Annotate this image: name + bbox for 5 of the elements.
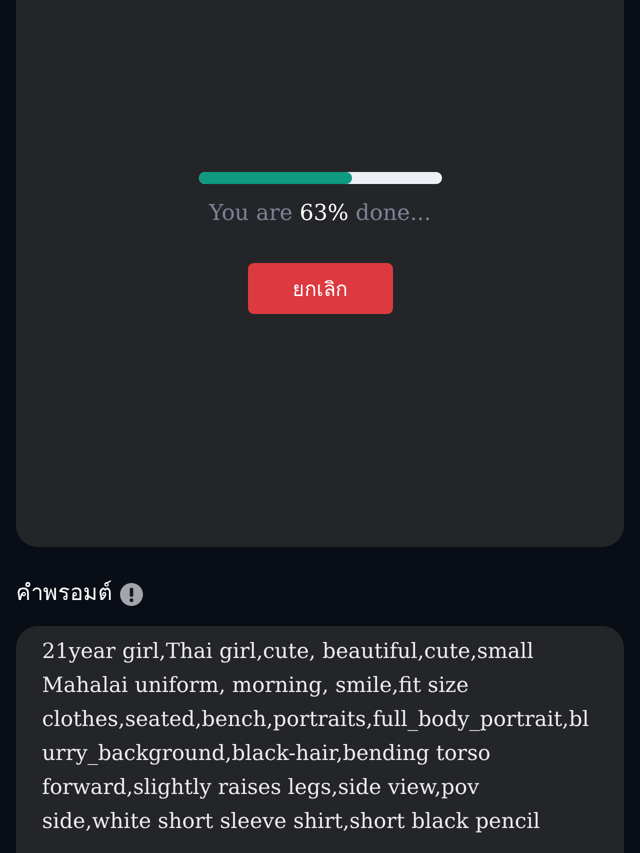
prompt-label: คำพรอมต์	[16, 580, 112, 608]
info-icon[interactable]	[120, 582, 143, 606]
prompt-field[interactable]: 21year girl,Thai girl,cute, beautiful,cute,small Mahalai uniform, morning, smile,fit size clothes,seated,bench,portraits,full_body_portrait,bl urry_background,black-hair,bending torso forward,slightly raises legs,side view,pov side,white short sleeve shirt,short black pencil	[16, 626, 624, 853]
cancel-button[interactable]: ยกเลิก	[248, 263, 392, 314]
progress-status-text: You are 63% done...	[208, 200, 432, 228]
